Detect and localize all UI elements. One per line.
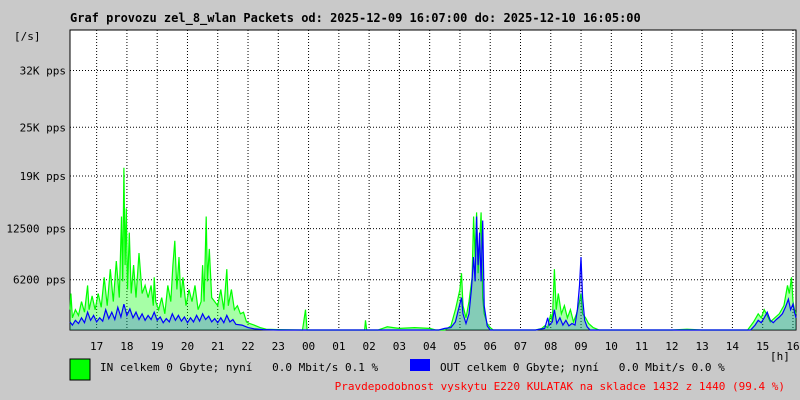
y-tick-label: 19K pps — [20, 170, 66, 183]
x-tick-label: 12 — [665, 340, 678, 353]
y-axis-label: [/s] — [14, 30, 41, 43]
x-tick-label: 15 — [756, 340, 769, 353]
x-tick-label: 03 — [393, 340, 406, 353]
x-tick-label: 00 — [302, 340, 315, 353]
legend-out-swatch — [410, 359, 430, 371]
y-tick-label: 12500 pps — [6, 223, 66, 236]
y-tick-label: 6200 pps — [13, 274, 66, 287]
x-tick-label: 11 — [635, 340, 648, 353]
x-tick-label: 06 — [484, 340, 497, 353]
x-tick-label: 04 — [423, 340, 437, 353]
x-tick-label: 10 — [605, 340, 618, 353]
legend-in-swatch — [69, 358, 91, 381]
x-tick-label: 02 — [362, 340, 375, 353]
x-tick-label: 20 — [181, 340, 194, 353]
y-tick-labels: 6200 pps 12500 pps 19K pps 25K pps 32K pps — [6, 65, 66, 287]
x-tick-label: 07 — [514, 340, 527, 353]
x-tick-label: 08 — [544, 340, 557, 353]
x-tick-label: 16 — [786, 340, 799, 353]
x-tick-labels: 17 18 19 20 21 22 23 00 01 02 03 04 05 06 07 08 09 10 11 12… — [90, 340, 800, 353]
x-tick-label: 23 — [272, 340, 285, 353]
y-tick-label: 25K pps — [20, 121, 66, 134]
chart-title: Graf provozu zel_8_wlan Packets od: 2025… — [70, 11, 641, 26]
legend-in-text: IN celkem 0 Gbyte; nyní 0.0 Mbit/s 0.1 % — [100, 361, 379, 374]
x-tick-label: 21 — [211, 340, 224, 353]
x-tick-label: 01 — [332, 340, 345, 353]
x-tick-label: 17 — [90, 340, 103, 353]
x-tick-label: 14 — [726, 340, 740, 353]
x-tick-label: 05 — [453, 340, 466, 353]
x-tick-label: 19 — [151, 340, 164, 353]
x-tick-label: 09 — [574, 340, 587, 353]
footer-note: Pravdepodobnost vyskytu E220 KULATAK na … — [335, 380, 785, 393]
legend-out-text: OUT celkem 0 Gbyte; nyní 0.0 Mbit/s 0.0 … — [440, 361, 725, 374]
x-tick-label: 18 — [120, 340, 133, 353]
traffic-chart: Graf provozu zel_8_wlan Packets od: 2025… — [6, 11, 800, 393]
x-tick-label: 13 — [696, 340, 709, 353]
y-tick-label: 32K pps — [20, 65, 66, 78]
x-tick-label: 22 — [241, 340, 254, 353]
